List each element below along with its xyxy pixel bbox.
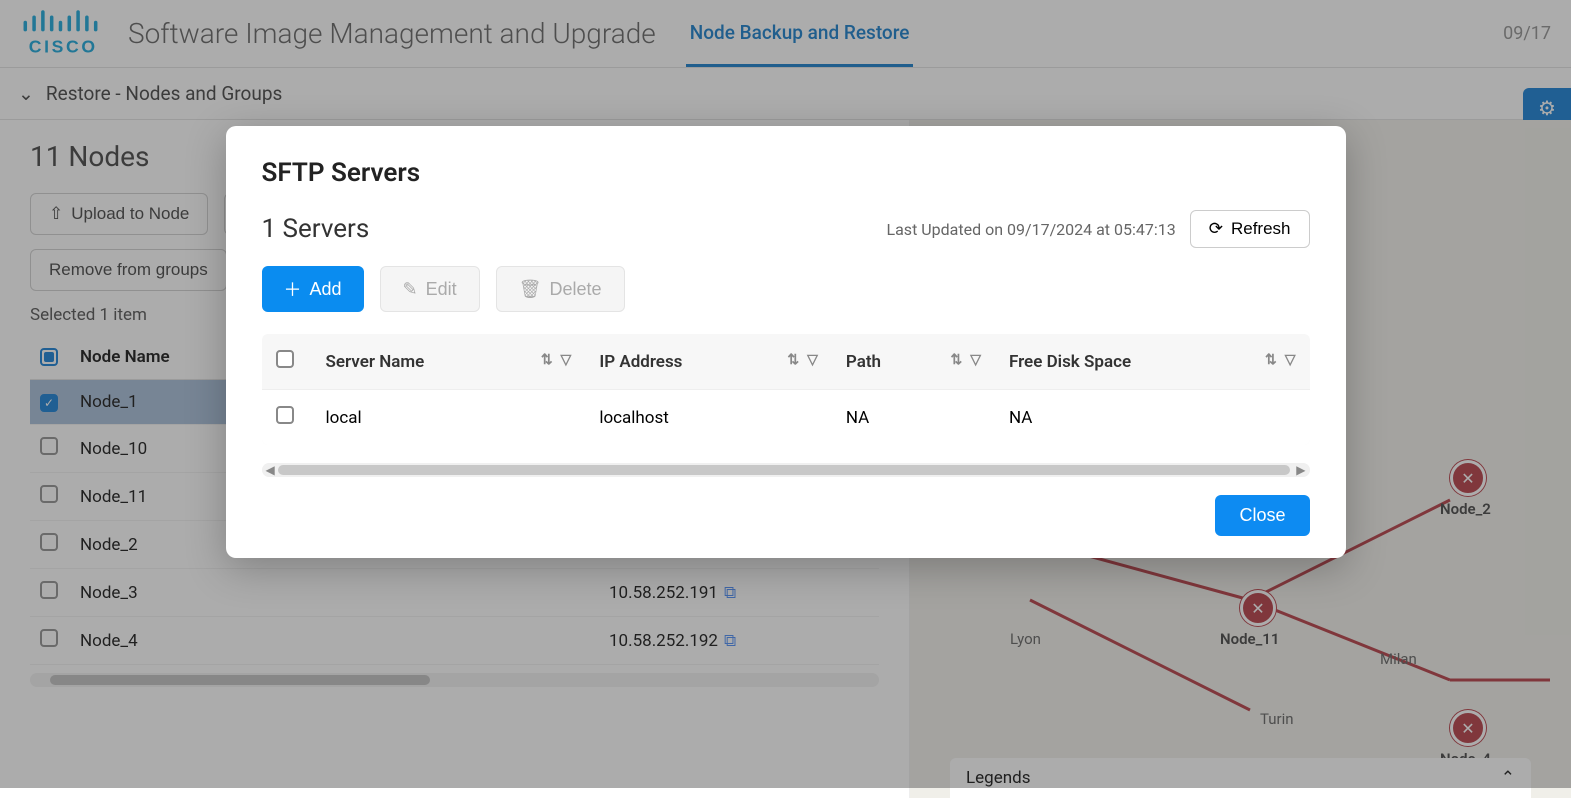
- edit-label: Edit: [426, 279, 457, 300]
- modal-horizontal-scrollbar[interactable]: ◀ ▶: [262, 463, 1310, 477]
- sort-icon[interactable]: ⇅: [541, 352, 553, 368]
- refresh-button[interactable]: ⟳ Refresh: [1190, 210, 1310, 248]
- sftp-table: Server Name ⇅▽ IP Address ⇅▽ Path ⇅▽ Fre…: [262, 334, 1310, 445]
- row-checkbox[interactable]: [276, 406, 294, 424]
- col-free-disk[interactable]: Free Disk Space ⇅▽: [995, 334, 1310, 390]
- last-updated-text: Last Updated on 09/17/2024 at 05:47:13: [886, 220, 1175, 239]
- col-ip-address[interactable]: IP Address ⇅▽: [585, 334, 832, 390]
- filter-icon[interactable]: ▽: [561, 352, 572, 368]
- sort-icon[interactable]: ⇅: [1265, 352, 1277, 368]
- scroll-left-icon[interactable]: ◀: [266, 463, 275, 477]
- server-count: 1 Servers: [262, 214, 370, 244]
- col-path[interactable]: Path ⇅▽: [832, 334, 995, 390]
- add-label: Add: [310, 279, 342, 300]
- edit-button: ✎ Edit: [380, 266, 480, 312]
- scroll-right-icon[interactable]: ▶: [1296, 463, 1305, 477]
- trash-icon: 🗑: [519, 279, 542, 300]
- refresh-icon: ⟳: [1209, 219, 1223, 239]
- plus-icon: ＋: [284, 276, 302, 302]
- modal-overlay: SFTP Servers 1 Servers Last Updated on 0…: [0, 0, 1571, 788]
- close-button[interactable]: Close: [1215, 495, 1309, 536]
- sort-icon[interactable]: ⇅: [787, 352, 799, 368]
- filter-icon[interactable]: ▽: [807, 352, 818, 368]
- server-name-cell: local: [312, 390, 586, 446]
- path-cell: NA: [832, 390, 995, 446]
- delete-label: Delete: [550, 279, 602, 300]
- sftp-servers-modal: SFTP Servers 1 Servers Last Updated on 0…: [226, 126, 1346, 558]
- filter-icon[interactable]: ▽: [970, 352, 981, 368]
- modal-title: SFTP Servers: [262, 158, 1310, 188]
- select-all-checkbox[interactable]: [276, 350, 294, 368]
- sort-icon[interactable]: ⇅: [950, 352, 962, 368]
- refresh-label: Refresh: [1231, 219, 1291, 239]
- edit-icon: ✎: [403, 279, 418, 300]
- delete-button: 🗑 Delete: [496, 266, 625, 312]
- ip-address-cell: localhost: [585, 390, 832, 446]
- add-button[interactable]: ＋ Add: [262, 266, 364, 312]
- table-row[interactable]: local localhost NA NA: [262, 390, 1310, 446]
- filter-icon[interactable]: ▽: [1285, 352, 1296, 368]
- free-disk-cell: NA: [995, 390, 1310, 446]
- col-server-name[interactable]: Server Name ⇅▽: [312, 334, 586, 390]
